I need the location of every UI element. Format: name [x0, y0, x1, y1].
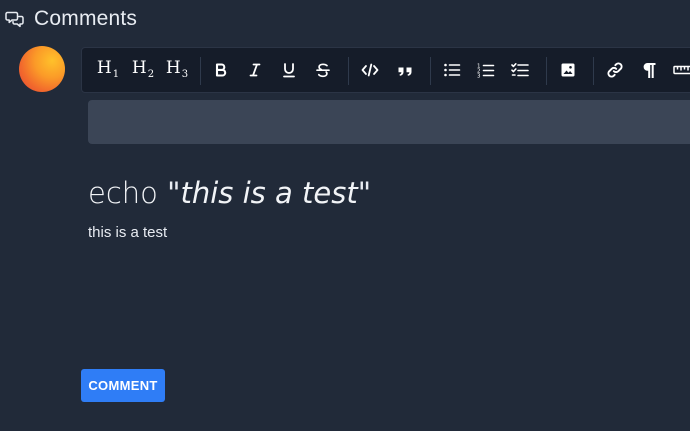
- ordered-list-button[interactable]: 1 2 3: [471, 55, 501, 85]
- image-icon: [561, 63, 575, 77]
- paragraph-button[interactable]: [634, 55, 664, 85]
- underline-icon: [283, 63, 295, 78]
- ordered-list-icon: 1 2 3: [477, 64, 495, 79]
- heading-3-button[interactable]: H3: [162, 55, 192, 85]
- code-icon: [361, 63, 379, 77]
- editor-heading[interactable]: echo "this is a test": [88, 172, 688, 214]
- task-list-button[interactable]: [505, 55, 535, 85]
- h3-icon: H3: [165, 58, 189, 80]
- link-icon: [607, 62, 623, 78]
- bold-icon: [215, 63, 227, 77]
- heading-2-button[interactable]: H2: [128, 55, 158, 85]
- underline-button[interactable]: [274, 55, 304, 85]
- heading-quote: ": [357, 176, 372, 210]
- bullet-list-button[interactable]: [437, 55, 467, 85]
- h2-icon: H2: [131, 58, 155, 80]
- toolbar-divider: [593, 57, 594, 85]
- toolbar-divider: [546, 57, 547, 85]
- comments-icon: [4, 8, 26, 30]
- heading-text: echo: [88, 176, 168, 210]
- task-list-icon: [511, 63, 529, 77]
- bold-button[interactable]: [206, 55, 236, 85]
- editor-toolbar: H1 H2 H3 1 2 3: [81, 47, 690, 93]
- toolbar-divider: [348, 57, 349, 85]
- toolbar-divider: [200, 57, 201, 85]
- code-button[interactable]: [355, 55, 385, 85]
- quote-icon: [398, 67, 412, 76]
- ruler-button[interactable]: [668, 55, 690, 85]
- heading-emphasis: this is a test: [180, 176, 358, 210]
- paragraph-icon: [643, 63, 656, 78]
- comments-page: Comments H1 H2 H3 1 2 3 echo "this is a …: [0, 0, 690, 431]
- editor-paragraph[interactable]: this is a test: [88, 224, 688, 241]
- toolbar-divider: [430, 57, 431, 85]
- italic-icon: [249, 63, 261, 77]
- svg-text:3: 3: [477, 74, 481, 79]
- image-button[interactable]: [553, 55, 583, 85]
- comment-button[interactable]: COMMENT: [81, 369, 165, 402]
- bullet-list-icon: [444, 63, 461, 77]
- title-input[interactable]: [88, 100, 690, 144]
- ruler-icon: [673, 65, 690, 75]
- avatar: [19, 46, 65, 92]
- comment-editor[interactable]: echo "this is a test" this is a test: [88, 172, 688, 241]
- h1-icon: H1: [96, 58, 120, 80]
- comments-header: Comments: [4, 4, 137, 34]
- blockquote-button[interactable]: [390, 55, 420, 85]
- link-button[interactable]: [600, 55, 630, 85]
- page-title: Comments: [34, 7, 138, 30]
- strikethrough-icon: [316, 63, 330, 78]
- strikethrough-button[interactable]: [308, 55, 338, 85]
- heading-1-button[interactable]: H1: [93, 55, 123, 85]
- italic-button[interactable]: [240, 55, 270, 85]
- heading-quote: ": [167, 176, 181, 210]
